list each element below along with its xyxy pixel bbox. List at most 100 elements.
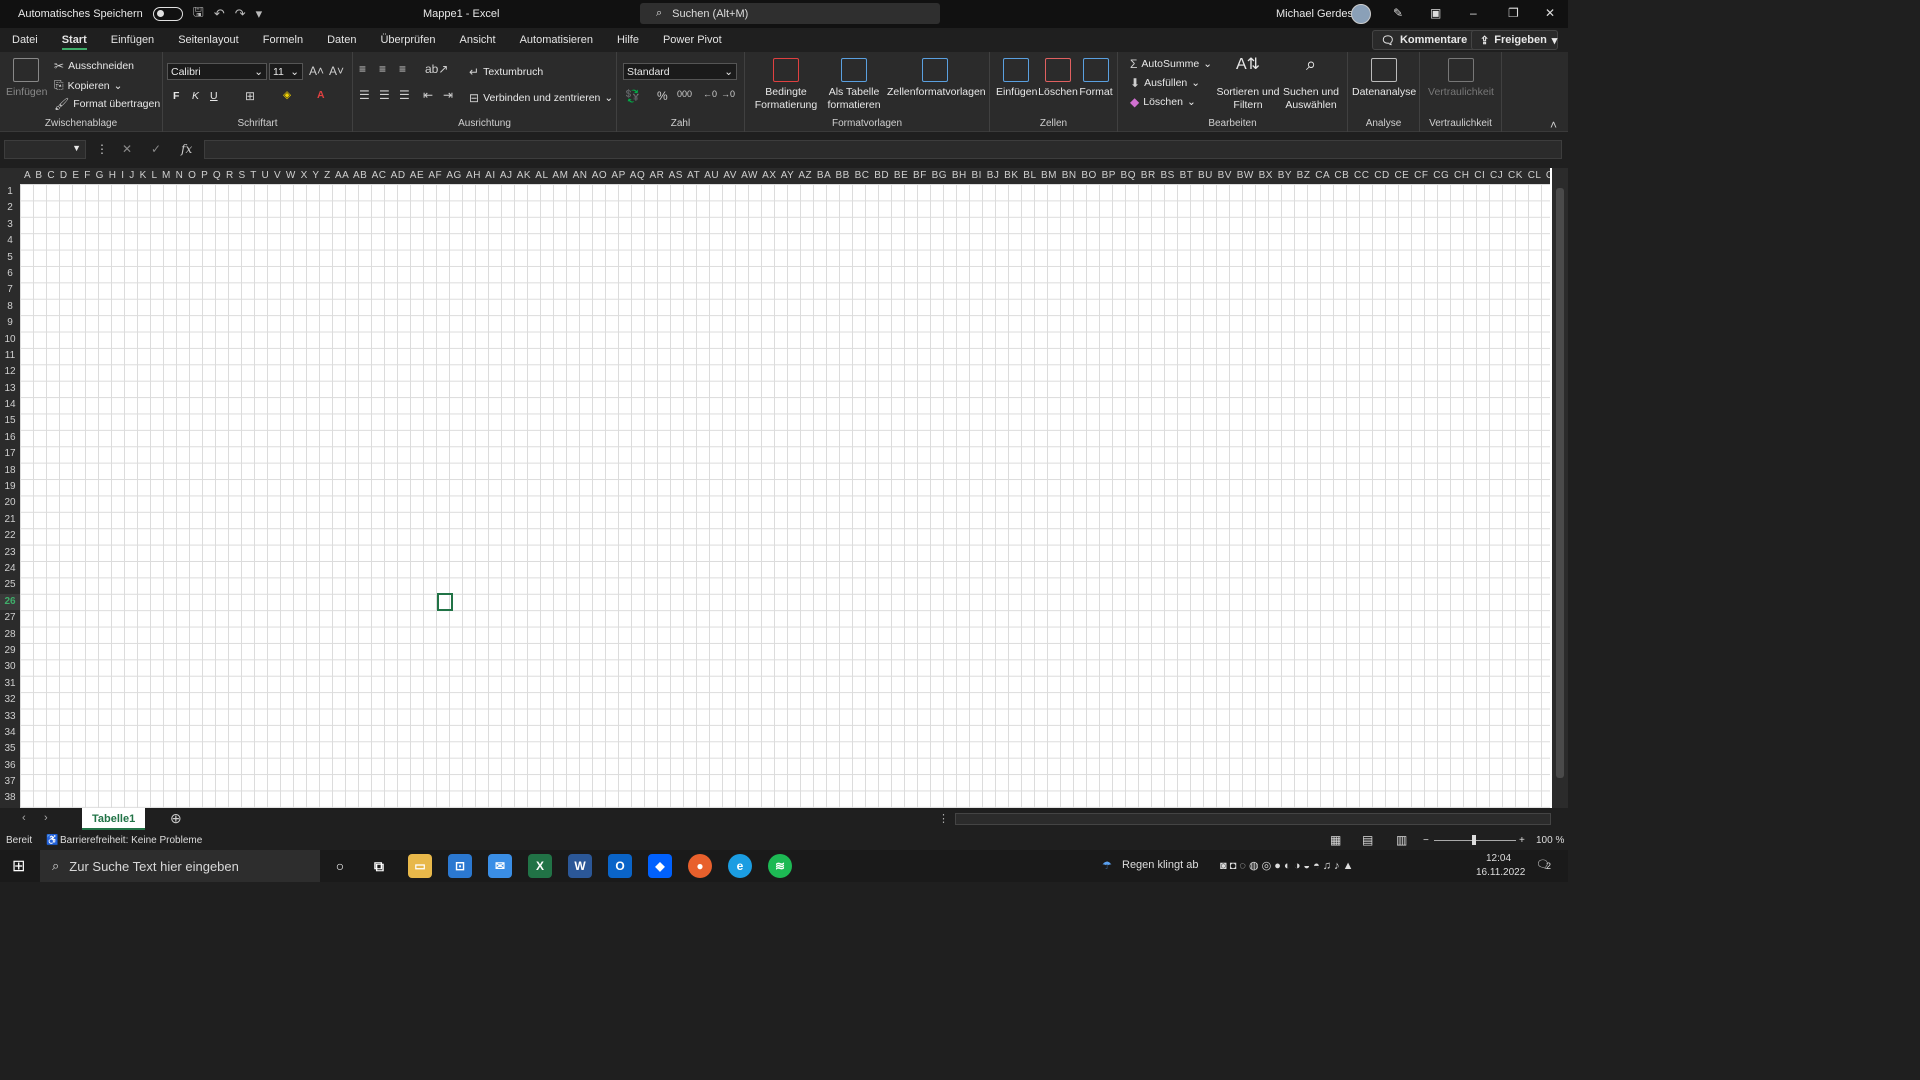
row-header[interactable]: 1 [0,184,20,200]
clock-time[interactable]: 12:04 [1486,853,1511,864]
align-bottom-icon[interactable]: ≡ [399,62,406,76]
orientation-icon[interactable]: ab↗ [425,62,448,76]
vertical-scrollbar[interactable] [1552,168,1568,808]
ribbon-display-icon[interactable]: ▣ [1430,6,1441,20]
row-header[interactable]: 18 [0,463,20,479]
row-header[interactable]: 19 [0,479,20,495]
clock-date[interactable]: 16.11.2022 [1476,867,1525,878]
align-right-icon[interactable]: ☰ [399,88,410,102]
row-header[interactable]: 8 [0,299,20,315]
firefox-icon[interactable]: ● [688,854,712,878]
decrease-indent-icon[interactable]: ⇤ [423,88,433,102]
row-header[interactable]: 23 [0,545,20,561]
excel-icon[interactable]: X [528,854,552,878]
tab-automate[interactable]: Automatisieren [508,28,605,52]
next-sheet-icon[interactable]: › [44,812,48,824]
row-header[interactable]: 22 [0,528,20,544]
align-top-icon[interactable]: ≡ [359,62,366,76]
cell-styles-button[interactable]: Zellenformatvorlagen [887,58,986,99]
row-header[interactable]: 28 [0,627,20,643]
row-header[interactable]: 3 [0,217,20,233]
delete-cells-button[interactable]: Löschen [1038,58,1078,99]
spotify-icon[interactable]: ≋ [768,854,792,878]
increase-decimal-icon[interactable]: ←0 [703,89,717,99]
minimize-icon[interactable]: – [1470,6,1477,20]
close-icon[interactable]: ✕ [1545,6,1555,20]
autosum-button[interactable]: Σ AutoSumme ⌄ [1130,57,1212,71]
row-header[interactable]: 35 [0,741,20,757]
conditional-formatting-button[interactable]: Bedingte Formatierung [749,58,823,112]
row-header[interactable]: 32 [0,692,20,708]
horizontal-scrollbar[interactable] [955,813,1551,825]
row-header[interactable]: 2 [0,200,20,216]
row-header[interactable]: 11 [0,348,20,364]
align-center-icon[interactable]: ☰ [379,88,390,102]
avatar[interactable] [1351,4,1371,24]
format-as-table-button[interactable]: Als Tabelle formatieren [821,58,887,112]
cancel-icon[interactable]: ✕ [122,142,132,156]
row-header[interactable]: 13 [0,381,20,397]
share-button[interactable]: ⇪ Freigeben ▾ [1471,30,1558,50]
tab-home[interactable]: Start [50,28,99,52]
row-header[interactable]: 38 [0,790,20,806]
format-painter-button[interactable]: 🖌 Format übertragen [54,97,160,111]
row-header[interactable]: 14 [0,397,20,413]
task-view-icon[interactable]: ⧉ [367,854,391,878]
tab-file[interactable]: Datei [0,28,50,52]
user-name[interactable]: Michael Gerdes [1276,8,1353,20]
tab-data[interactable]: Daten [315,28,368,52]
row-header[interactable]: 16 [0,430,20,446]
zoom-level[interactable]: 100 % [1536,835,1564,846]
windows-start-icon[interactable]: ⊞ [12,856,25,876]
enter-icon[interactable]: ✓ [151,142,161,156]
wrap-text-button[interactable]: ↵ Textumbruch [469,65,543,79]
row-header[interactable]: 12 [0,364,20,380]
bold-button[interactable]: F [173,90,179,102]
decrease-font-icon[interactable]: A˅ [329,64,344,78]
normal-view-icon[interactable]: ▦ [1330,833,1341,847]
paste-button[interactable]: Einfügen [6,58,47,99]
row-header[interactable]: 36 [0,758,20,774]
row-header[interactable]: 9 [0,315,20,331]
zoom-out-icon[interactable]: − [1423,835,1429,846]
autosave-toggle[interactable] [152,7,183,21]
row-header[interactable]: 20 [0,495,20,511]
sheet-tab[interactable]: Tabelle1 [82,808,146,830]
row-header[interactable]: 29 [0,643,20,659]
format-cells-button[interactable]: Format [1078,58,1114,99]
page-break-icon[interactable]: ▥ [1396,833,1407,847]
align-left-icon[interactable]: ☰ [359,88,370,102]
sort-filter-button[interactable]: A⇅ Sortieren und Filtern [1216,57,1280,112]
row-header[interactable]: 10 [0,332,20,348]
row-header[interactable]: 24 [0,561,20,577]
name-box[interactable]: ▼ [4,140,86,159]
italic-button[interactable]: K [192,90,199,102]
tab-review[interactable]: Überprüfen [368,28,447,52]
row-header[interactable]: 37 [0,774,20,790]
add-sheet-icon[interactable]: ⊕ [170,810,182,827]
row-header[interactable]: 33 [0,709,20,725]
collapse-ribbon-icon[interactable]: ˄ [1550,118,1557,132]
customize-quick-access-icon[interactable]: ▾ [256,6,263,22]
increase-font-icon[interactable]: A˄ [309,64,324,78]
insert-cells-button[interactable]: Einfügen [996,58,1037,99]
function-icon[interactable]: fx [181,142,192,156]
redo-icon[interactable]: ↷ [235,6,246,22]
tab-formulas[interactable]: Formeln [251,28,315,52]
search-box[interactable]: ⌕ Suchen (Alt+M) [640,3,940,24]
cells-area[interactable] [20,184,1550,808]
decrease-decimal-icon[interactable]: →0 [721,89,735,99]
row-header[interactable]: 25 [0,577,20,593]
accessibility-status[interactable]: Barrierefreiheit: Keine Probleme [60,835,202,846]
dropbox-icon[interactable]: ◆ [648,854,672,878]
font-size-select[interactable]: 11 ⌄ [269,63,303,80]
clear-button[interactable]: ◆ Löschen ⌄ [1130,95,1196,109]
row-header[interactable]: 30 [0,659,20,675]
mail-icon[interactable]: ✉ [488,854,512,878]
undo-icon[interactable]: ↶ [214,6,225,22]
page-layout-icon[interactable]: ▤ [1362,833,1373,847]
edge-icon[interactable]: e [728,854,752,878]
tab-insert[interactable]: Einfügen [99,28,166,52]
tab-page-layout[interactable]: Seitenlayout [166,28,251,52]
outlook-icon[interactable]: O [608,854,632,878]
